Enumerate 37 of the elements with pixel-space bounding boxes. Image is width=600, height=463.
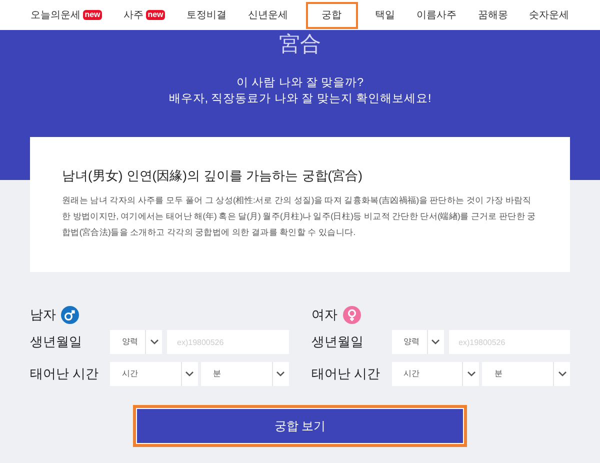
dropdown[interactable]: 시간: [110, 362, 198, 386]
field-label: 태어난 시간: [312, 365, 382, 384]
dropdown[interactable]: 양력: [392, 330, 444, 354]
new-badge: new: [82, 10, 102, 20]
dropdown[interactable]: 양력: [110, 330, 162, 354]
nav-tab[interactable]: 꿈해몽: [474, 2, 512, 28]
dropdown[interactable]: 분: [482, 362, 570, 386]
intro-title: 남녀(男女) 인연(因緣)의 깊이를 가늠하는 궁합(宮合): [62, 167, 364, 185]
page-title: 宮合: [279, 32, 321, 58]
dropdown[interactable]: 시간: [392, 362, 480, 386]
field-label: 생년월일: [30, 333, 83, 352]
field-label: 태어난 시간: [30, 365, 100, 384]
new-badge: new: [146, 10, 166, 20]
nav-tab[interactable]: 사주 new: [120, 2, 170, 28]
nav-tab[interactable]: 택일: [370, 2, 399, 28]
dropdown[interactable]: 분: [200, 362, 288, 386]
nav-tab[interactable]: 궁합: [306, 2, 358, 28]
nav-tab[interactable]: 신년운세: [244, 2, 292, 28]
nav-tab[interactable]: 오늘의운세 new: [26, 2, 106, 28]
male-symbol-icon: [61, 306, 79, 324]
chevron-down-icon: [431, 339, 440, 345]
gender-label: 여자: [312, 306, 338, 324]
nav-tab[interactable]: 토정비결: [182, 2, 231, 28]
submit-button[interactable]: 궁합 보기: [136, 408, 464, 444]
gender-label: 남자: [30, 306, 56, 324]
chevron-down-icon: [558, 371, 566, 377]
field-label: 생년월일: [312, 333, 364, 352]
chevron-down-icon: [466, 371, 476, 377]
nav-tab[interactable]: 숫자운세: [525, 2, 574, 28]
hero-subtitle: 이 사람 나와 잘 맞을까?: [236, 76, 364, 91]
nav-tab[interactable]: 이름사주: [412, 2, 460, 28]
chevron-down-icon: [276, 371, 285, 377]
hero-subtitle: 배우자, 직장동료가 나와 잘 맞는지 확인해보세요!: [168, 92, 432, 107]
intro-text: 원래는 남녀 각자의 사주를 모두 풀어 그 상성(相性:서로 간의 성질)을 따져 길흉화복(吉凶禍福)을 판단하는 것이 가장 바람직한 방법이지만, 여기에서는 태어난 해(年) 혹은 달(月) 월주(月柱)나 일주(日柱)등 비교적 간단한 단서(端緖)를 근거로 판단한 궁합법(宮合法)들을 소개하고 각각의 궁합법에 의한 결과를 확인할 수 있습니다.: [62, 194, 537, 239]
chevron-down-icon: [150, 339, 158, 345]
female-symbol-icon: [342, 306, 360, 324]
chevron-down-icon: [185, 371, 194, 377]
